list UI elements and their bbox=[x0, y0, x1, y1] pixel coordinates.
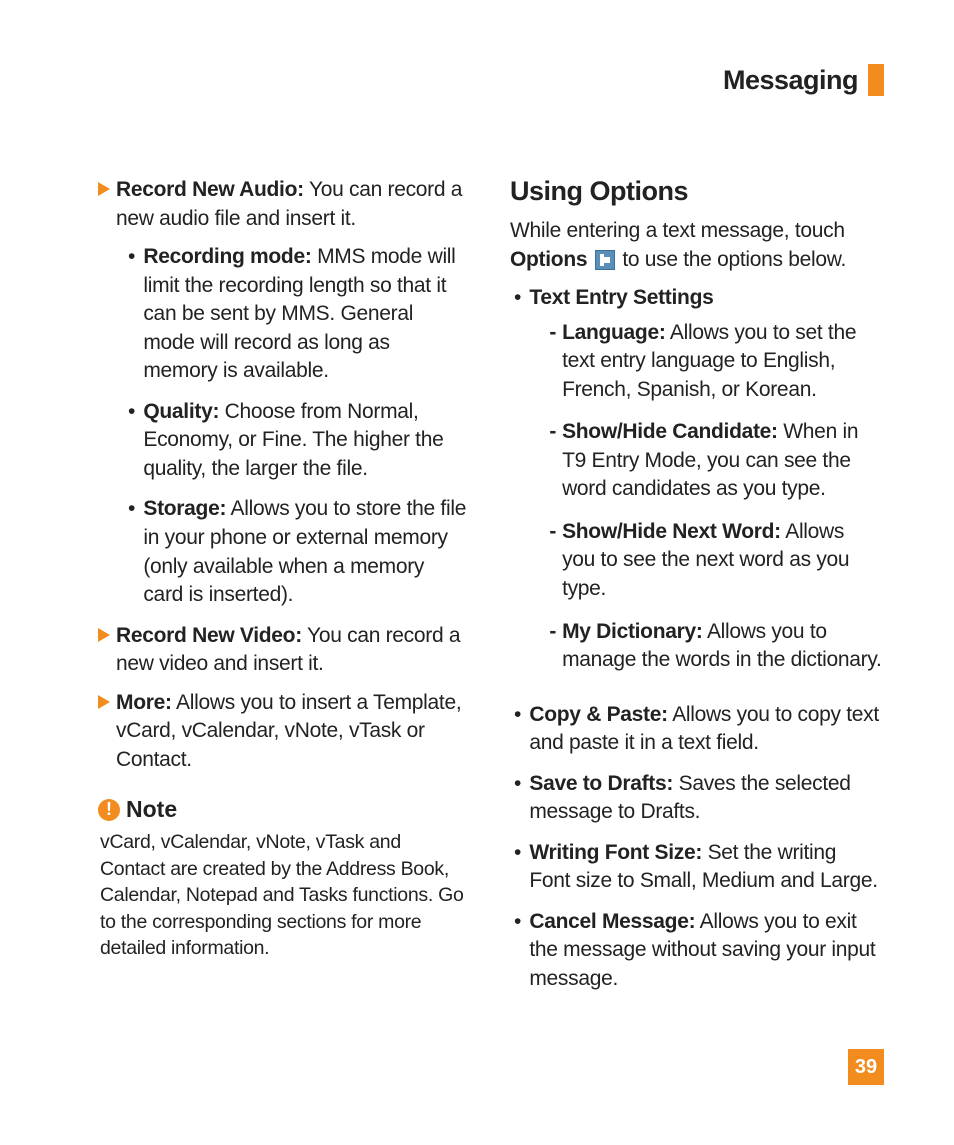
bullet-icon: • bbox=[514, 770, 521, 827]
page-number: 39 bbox=[848, 1049, 884, 1085]
subitem-storage: • Storage: Allows you to store the file … bbox=[128, 495, 468, 609]
item-label: Show/Hide Candidate: bbox=[562, 420, 778, 443]
item-text: Storage: Allows you to store the file in… bbox=[143, 495, 468, 609]
item-text: Record New Audio: You can record a new a… bbox=[116, 176, 468, 233]
bullet-icon: • bbox=[514, 839, 521, 896]
item-text-entry-settings: • Text Entry Settings - Language: Allows… bbox=[510, 284, 882, 689]
subitem-quality: • Quality: Choose from Normal, Economy, … bbox=[128, 398, 468, 484]
intro-paragraph: While entering a text message, touch Opt… bbox=[510, 217, 882, 274]
bullet-icon: • bbox=[128, 495, 135, 609]
intro-text-1: While entering a text message, touch bbox=[510, 219, 845, 242]
item-text: Text Entry Settings - Language: Allows y… bbox=[529, 284, 882, 689]
triangle-icon bbox=[98, 182, 110, 196]
item-record-new-audio: Record New Audio: You can record a new a… bbox=[98, 176, 468, 233]
bullet-icon: • bbox=[514, 701, 521, 758]
options-menu-icon bbox=[595, 250, 615, 270]
bullet-icon: • bbox=[514, 908, 521, 994]
dash-icon: - bbox=[549, 518, 556, 604]
subitem-language: - Language: Allows you to set the text e… bbox=[549, 319, 882, 405]
item-copy-paste: • Copy & Paste: Allows you to copy text … bbox=[510, 701, 882, 758]
item-label: Record New Audio: bbox=[116, 178, 304, 201]
subitem-my-dictionary: - My Dictionary: Allows you to manage th… bbox=[549, 618, 882, 675]
page-header-title: Messaging bbox=[723, 65, 858, 96]
subitem-recording-mode: • Recording mode: MMS mode will limit th… bbox=[128, 243, 468, 386]
bullet-icon: • bbox=[128, 243, 135, 386]
item-label: Cancel Message: bbox=[529, 910, 695, 933]
note-title: Note bbox=[126, 796, 177, 823]
item-record-new-video: Record New Video: You can record a new v… bbox=[98, 622, 468, 679]
item-label: Save to Drafts: bbox=[529, 772, 673, 795]
item-label: Copy & Paste: bbox=[529, 703, 667, 726]
item-label: Text Entry Settings bbox=[529, 286, 713, 309]
item-text: Writing Font Size: Set the writing Font … bbox=[529, 839, 882, 896]
item-text: Save to Drafts: Saves the selected messa… bbox=[529, 770, 882, 827]
note-header: ! Note bbox=[98, 796, 468, 823]
item-text: Show/Hide Candidate: When in T9 Entry Mo… bbox=[562, 418, 882, 504]
item-label: Record New Video: bbox=[116, 624, 302, 647]
item-text: More: Allows you to insert a Template, v… bbox=[116, 689, 468, 775]
header-accent-bar bbox=[868, 64, 884, 96]
section-heading-using-options: Using Options bbox=[510, 176, 882, 207]
record-audio-sublist: • Recording mode: MMS mode will limit th… bbox=[98, 243, 468, 610]
item-label: More: bbox=[116, 691, 172, 714]
item-text: My Dictionary: Allows you to manage the … bbox=[562, 618, 882, 675]
triangle-icon bbox=[98, 695, 110, 709]
item-text: Quality: Choose from Normal, Economy, or… bbox=[143, 398, 468, 484]
item-label: Writing Font Size: bbox=[529, 841, 702, 864]
item-text: Copy & Paste: Allows you to copy text an… bbox=[529, 701, 882, 758]
intro-text-2: to use the options below. bbox=[617, 248, 846, 271]
subitem-show-hide-next-word: - Show/Hide Next Word: Allows you to see… bbox=[549, 518, 882, 604]
item-label: Language: bbox=[562, 321, 665, 344]
item-label: Show/Hide Next Word: bbox=[562, 520, 781, 543]
subitem-show-hide-candidate: - Show/Hide Candidate: When in T9 Entry … bbox=[549, 418, 882, 504]
item-writing-font-size: • Writing Font Size: Set the writing Fon… bbox=[510, 839, 882, 896]
item-save-to-drafts: • Save to Drafts: Saves the selected mes… bbox=[510, 770, 882, 827]
item-text: Record New Video: You can record a new v… bbox=[116, 622, 468, 679]
item-label: Recording mode: bbox=[143, 245, 311, 268]
item-label: Storage: bbox=[143, 497, 226, 520]
item-text: Cancel Message: Allows you to exit the m… bbox=[529, 908, 882, 994]
item-text: Show/Hide Next Word: Allows you to see t… bbox=[562, 518, 882, 604]
options-label: Options bbox=[510, 248, 587, 271]
triangle-icon bbox=[98, 628, 110, 642]
item-more: More: Allows you to insert a Template, v… bbox=[98, 689, 468, 775]
page-header: Messaging bbox=[98, 64, 884, 96]
dash-icon: - bbox=[549, 418, 556, 504]
content-columns: Record New Audio: You can record a new a… bbox=[98, 176, 884, 1006]
dash-icon: - bbox=[549, 618, 556, 675]
item-label: My Dictionary: bbox=[562, 620, 703, 643]
note-body: vCard, vCalendar, vNote, vTask and Conta… bbox=[98, 829, 468, 962]
bullet-icon: • bbox=[514, 284, 521, 689]
text-entry-sublist: - Language: Allows you to set the text e… bbox=[529, 319, 882, 675]
item-text: Recording mode: MMS mode will limit the … bbox=[143, 243, 468, 386]
note-icon: ! bbox=[98, 799, 120, 821]
item-label: Quality: bbox=[143, 400, 219, 423]
left-column: Record New Audio: You can record a new a… bbox=[98, 176, 468, 1006]
item-text: Language: Allows you to set the text ent… bbox=[562, 319, 882, 405]
dash-icon: - bbox=[549, 319, 556, 405]
bullet-icon: • bbox=[128, 398, 135, 484]
item-cancel-message: • Cancel Message: Allows you to exit the… bbox=[510, 908, 882, 994]
right-column: Using Options While entering a text mess… bbox=[510, 176, 882, 1006]
